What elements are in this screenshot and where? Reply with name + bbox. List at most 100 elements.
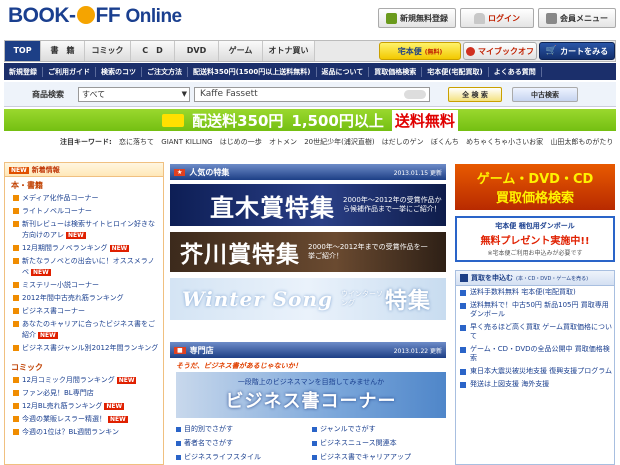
subnav-item[interactable]: 配送料350円(1500円以上送料無料) (188, 66, 317, 77)
buy-header-title: 買取を申込む (471, 274, 513, 282)
tab-comics[interactable]: コミック (85, 41, 131, 61)
left-news-column: NEW 新着情報 本・書籍 メディア化作品コーナー ライトノベルコーナー 新刊レビュー… (4, 162, 164, 465)
logo-o-mark (76, 6, 95, 24)
buy-link[interactable]: 送料手数料無料 宅本便(宅配買取) (456, 286, 614, 299)
subnav-item[interactable]: 買取価格検索 (369, 66, 423, 77)
news-list-item[interactable]: 12月コミック月間ランキング NEW (5, 374, 163, 387)
buy-link[interactable]: ゲーム・CD・DVDの全品公開中 買取価格検索 (456, 343, 614, 365)
subnav-item[interactable]: 検索のコツ (96, 66, 142, 77)
clear-icon[interactable] (404, 90, 426, 99)
news-list-item[interactable]: ビジネス書コーナー (5, 305, 163, 318)
buy-link[interactable]: 発送は上図支援 海外支援 (456, 378, 614, 391)
business-title: ビジネス書コーナー (225, 391, 397, 412)
tab-books[interactable]: 書 籍 (41, 41, 85, 61)
tab-otona[interactable]: オトナ買い (263, 41, 315, 61)
subnav-item[interactable]: よくある質問 (489, 66, 542, 77)
naoki-title: 直木賞特集 (210, 192, 335, 222)
bullet-icon (460, 290, 466, 296)
tab-game[interactable]: ゲーム (219, 41, 263, 61)
keyword-link[interactable]: オトメン (269, 138, 297, 146)
keyword-link[interactable]: GIANT KILLING (161, 138, 212, 146)
business-link[interactable]: ジャンルでさがす (312, 424, 376, 434)
cart-icon: 🛒 (545, 46, 558, 56)
bullet-icon (13, 282, 19, 288)
business-link[interactable]: 著者名でさがす (176, 438, 233, 448)
business-link[interactable]: ビジネス書でキャリアアップ (312, 452, 411, 462)
subnav-item[interactable]: ご注文方法 (142, 66, 188, 77)
keyword-link[interactable]: めちゃくちゃ小さいお家 (466, 138, 543, 146)
bullet-icon (13, 221, 19, 227)
shop-date: 2013.01.22 更新 (393, 347, 442, 355)
buy-link-text: 東日本大震災被災地支援 復興支援プログラム (470, 367, 613, 375)
naoki-banner[interactable]: 直木賞特集 2000年～2012年の受賞作品から候補作品まで一挙にご紹介！ (170, 184, 446, 226)
news-list-item[interactable]: あなたのキャリアに合ったビジネス書をご紹介 NEW (5, 318, 163, 342)
shipping-banner[interactable]: 配送料350円 1,500円以上 送料無料 (4, 109, 616, 131)
news-list-item[interactable]: 2012年間中古売れ筋ランキング (5, 292, 163, 305)
news-list-item[interactable]: 新刊レビューは検索サイトヒロイン好きな方向けのアレ NEW (5, 218, 163, 242)
news-list-item[interactable]: ライトノベルコーナー (5, 205, 163, 218)
bullet-icon (13, 345, 19, 351)
buy-link-text: 早く売るほど高く買取 ゲーム買取価格について (470, 323, 613, 340)
news-list-item[interactable]: 12月期間ラノベランキング NEW (5, 242, 163, 255)
subnav-item[interactable]: 宅本便(宅配買取) (422, 66, 489, 77)
category-select[interactable]: すべて ▼ (78, 87, 190, 102)
keyword-link[interactable]: 恋に落ちて (119, 138, 154, 146)
buy-link[interactable]: 早く売るほど高く買取 ゲーム買取価格について (456, 321, 614, 343)
login-label: ログイン (488, 13, 520, 23)
box-icon (460, 274, 468, 282)
search-input[interactable]: Kaffe Fassett (194, 87, 430, 102)
register-button[interactable]: 新規無料登録 (378, 8, 456, 28)
member-menu-button[interactable]: 会員メニュー (538, 8, 616, 28)
news-list-item[interactable]: 新たなラノベとの出会いに！オススメラノベ NEW (5, 255, 163, 279)
business-link[interactable]: 目的別でさがす (176, 424, 233, 434)
free-box-line1: 宅本便 梱包用ダンボール (495, 222, 575, 230)
akutagawa-banner[interactable]: 芥川賞特集 2000年～2012年までの受賞作品を一挙ご紹介！ (170, 232, 446, 272)
news-item-text: 12月期間ラノベランキング (22, 244, 108, 252)
takuhai-button[interactable]: 宅本便 (無料) (379, 42, 461, 60)
news-list-item[interactable]: ビジネス書ジャンル別2012年間ランキング (5, 342, 163, 355)
news-list-item[interactable]: メディア化作品コーナー (5, 192, 163, 205)
game-dvd-cd-banner[interactable]: ゲーム・DVD・CD 買取価格検索 (455, 164, 615, 210)
news-list-item[interactable]: 今週の1位は？BL週間ランキン (5, 426, 163, 439)
takuhai-sub: (無料) (424, 48, 443, 56)
free-box-banner[interactable]: 宅本便 梱包用ダンボール 無料プレゼント実施中!! ※宅本便ご利用お申込みが必要… (455, 216, 615, 262)
winter-song-banner[interactable]: Winter Song ウインターソング 特集 (170, 278, 446, 320)
bookoff-logo[interactable]: BOOK- FF Online (8, 4, 182, 34)
news-item-text: 今週の1位は？BL週間ランキン (22, 428, 119, 436)
business-banner[interactable]: 一段階上のビジネスマンを目指してみませんか ビジネス書コーナー (176, 372, 446, 418)
news-list-item[interactable]: 12月BL売れ筋ランキング NEW (5, 400, 163, 413)
keyword-link[interactable]: 20世紀少年(浦沢直樹) (304, 138, 374, 146)
keyword-link[interactable]: ぼくんち (431, 138, 459, 146)
news-item-text: 12月BL売れ筋ランキング (22, 402, 103, 410)
keyword-link[interactable]: 山田太郎ものがたり (550, 138, 613, 146)
bullet-icon (13, 308, 19, 314)
new-badge: NEW (31, 269, 51, 276)
cart-button[interactable]: 🛒 カートをみる (539, 42, 615, 60)
shipping-label: 配送料350円 (192, 111, 284, 130)
login-button[interactable]: ログイン (460, 8, 534, 28)
news-list-item[interactable]: ファン必見！BL専門店 (5, 387, 163, 400)
news-list-item[interactable]: ミステリー小説コーナー (5, 279, 163, 292)
subnav-item[interactable]: 返品について (317, 66, 370, 77)
subnav-item[interactable]: 新規登録 (4, 66, 43, 77)
buy-link[interactable]: 東日本大震災被災地支援 復興支援プログラム (456, 365, 614, 378)
bullet-icon (460, 303, 466, 309)
bullet-icon (13, 195, 19, 201)
subnav-item[interactable]: ご利用ガイド (43, 66, 96, 77)
search-all-button[interactable]: 全 検 索 (448, 87, 502, 102)
new-badge: NEW (109, 245, 130, 252)
takuhai-label: 宅本便 (397, 46, 422, 56)
tab-top[interactable]: TOP (5, 41, 41, 61)
tab-dvd[interactable]: DVD (175, 41, 219, 61)
news-list-item[interactable]: 今週の業販レスラー精選！ NEW (5, 413, 163, 426)
business-link[interactable]: ビジネスニュース関連本 (312, 438, 397, 448)
keyword-link[interactable]: はじめの一歩 (220, 138, 262, 146)
business-link[interactable]: ビジネスライフスタイル (176, 452, 261, 462)
bullet-icon (13, 321, 19, 327)
buy-link[interactable]: 送料無料で！中古50円 新品105円 買取専用ダンボール (456, 299, 614, 321)
my-bookoff-button[interactable]: マイブックオフ (463, 42, 537, 60)
used-search-button[interactable]: 中古検索 (512, 87, 578, 102)
keyword-bar: 注目キーワード: 恋に落ちて GIANT KILLING はじめの一歩 オトメン… (60, 137, 613, 149)
keyword-link[interactable]: はだしのゲン (382, 138, 424, 146)
tab-cd[interactable]: C D (131, 41, 175, 61)
